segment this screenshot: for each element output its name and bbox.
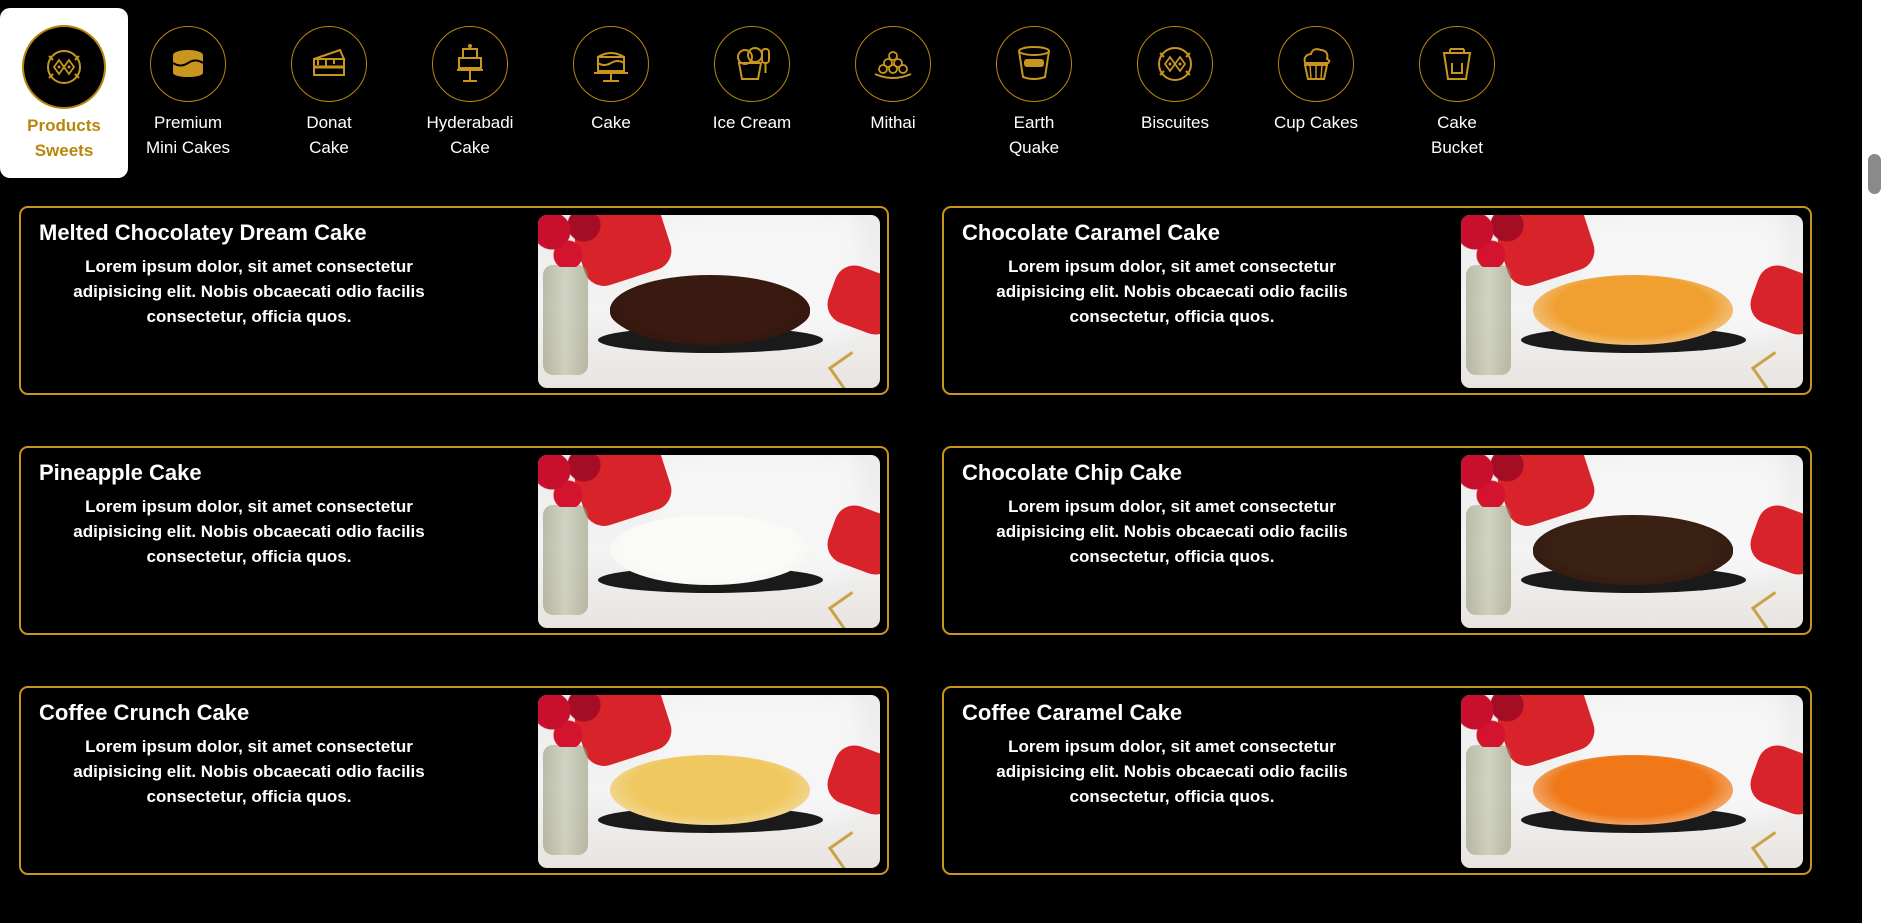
category-item[interactable]: Cake (547, 8, 675, 178)
category-item[interactable]: Hyderabadi Cake (406, 8, 534, 178)
scrollbar[interactable] (1862, 0, 1887, 923)
product-description: Lorem ipsum dolor, sit amet consectetur … (73, 497, 425, 566)
category-item[interactable]: Mithai (829, 8, 957, 178)
product-card[interactable]: Pineapple Cake Lorem ipsum dolor, sit ame… (19, 446, 889, 635)
product-card[interactable]: Coffee Caramel Cake Lorem ipsum dolor, si… (942, 686, 1812, 875)
product-title: Chocolate Caramel Cake (962, 220, 1220, 245)
category-bar: Products Sweets Premium Mini Cakes Donat C… (0, 0, 1862, 180)
scrollbar-thumb[interactable] (1868, 154, 1881, 194)
category-label: Cake Bucket (1431, 113, 1483, 157)
product-description: Lorem ipsum dolor, sit amet consectetur … (73, 257, 425, 326)
product-description: Lorem ipsum dolor, sit amet consectetur … (996, 497, 1348, 566)
biscuit-plate-icon (22, 25, 106, 109)
category-label: Premium Mini Cakes (145, 113, 231, 157)
product-description: Lorem ipsum dolor, sit amet consectetur … (996, 257, 1348, 326)
product-title: Melted Chocolatey Dream Cake (39, 220, 367, 245)
category-label: Mithai (870, 113, 916, 132)
product-title: Coffee Crunch Cake (39, 700, 250, 725)
category-label: Cup Cakes (1273, 113, 1359, 132)
mithai-plate-icon (855, 26, 931, 102)
ice-cream-icon (714, 26, 790, 102)
category-item[interactable]: Cake Bucket (1393, 8, 1521, 178)
category-label: Biscuites (1140, 113, 1210, 132)
category-item[interactable]: Biscuites (1111, 8, 1239, 178)
product-image (1461, 455, 1803, 628)
product-card[interactable]: Melted Chocolatey Dream Cake Lorem ipsum … (19, 206, 889, 395)
product-image (538, 215, 880, 388)
category-label: Hyderabadi Cake (426, 113, 514, 157)
category-label: Products Sweets (27, 116, 101, 160)
cake-stand-icon (573, 26, 649, 102)
category-label: Ice Cream (712, 113, 792, 132)
category-item[interactable]: Cup Cakes (1252, 8, 1380, 178)
bucket-tub-icon (996, 26, 1072, 102)
category-item[interactable]: Ice Cream (688, 8, 816, 178)
tiered-cake-icon (432, 26, 508, 102)
category-item[interactable]: Premium Mini Cakes (124, 8, 252, 178)
cake-bucket-icon (1419, 26, 1495, 102)
product-title: Pineapple Cake (39, 460, 202, 485)
cake-slice-icon (291, 26, 367, 102)
category-item[interactable]: Donat Cake (265, 8, 393, 178)
product-image (1461, 695, 1803, 868)
category-label: Cake (591, 113, 631, 132)
category-label: Donat Cake (306, 113, 352, 157)
product-title: Chocolate Chip Cake (962, 460, 1183, 485)
product-card[interactable]: Coffee Crunch Cake Lorem ipsum dolor, sit… (19, 686, 889, 875)
product-card[interactable]: Chocolate Chip Cake Lorem ipsum dolor, si… (942, 446, 1812, 635)
product-image (538, 455, 880, 628)
product-description: Lorem ipsum dolor, sit amet consectetur … (73, 737, 425, 806)
product-image (1461, 215, 1803, 388)
cupcake-icon (1278, 26, 1354, 102)
category-item[interactable]: Products Sweets (0, 8, 128, 178)
product-title: Coffee Caramel Cake (962, 700, 1183, 725)
product-description: Lorem ipsum dolor, sit amet consectetur … (996, 737, 1348, 806)
product-image (538, 695, 880, 868)
mini-cake-icon (150, 26, 226, 102)
category-label: Earth Quake (1008, 113, 1060, 157)
category-item[interactable]: Earth Quake (970, 8, 1098, 178)
biscuit-plate-icon (1137, 26, 1213, 102)
product-card[interactable]: Chocolate Caramel Cake Lorem ipsum dolor,… (942, 206, 1812, 395)
